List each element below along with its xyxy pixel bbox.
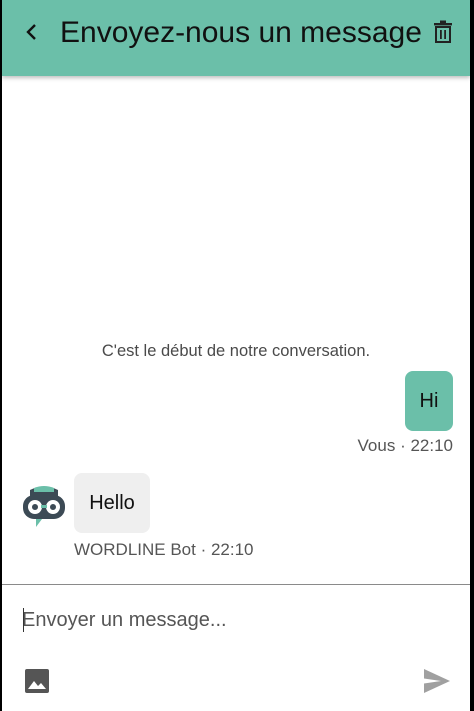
image-icon bbox=[25, 669, 49, 693]
user-message-bubble: Hi bbox=[405, 371, 453, 431]
text-caret bbox=[23, 608, 24, 632]
message-composer bbox=[2, 584, 470, 711]
user-message-meta: Vous · 22:10 bbox=[357, 436, 453, 455]
bot-message-meta: WORDLINE Bot · 22:10 bbox=[74, 540, 254, 559]
send-icon bbox=[424, 669, 450, 693]
conversation-area[interactable]: C'est le début de notre conversation. Hi… bbox=[2, 76, 470, 584]
message-input[interactable] bbox=[22, 605, 452, 635]
page-title: Envoyez-nous un message bbox=[60, 16, 422, 49]
attach-image-button[interactable] bbox=[24, 668, 50, 694]
bot-avatar-icon bbox=[20, 484, 68, 530]
conversation-start-note: C'est le début de notre conversation. bbox=[101, 342, 371, 360]
delete-conversation-button[interactable] bbox=[430, 18, 456, 46]
chevron-left-icon bbox=[26, 24, 36, 40]
bot-message-bubble: Hello bbox=[74, 473, 150, 533]
chat-widget: Envoyez-nous un message C'est le début d… bbox=[2, 0, 470, 711]
trash-icon bbox=[434, 20, 452, 43]
back-button[interactable] bbox=[18, 18, 46, 46]
chat-header: Envoyez-nous un message bbox=[2, 0, 470, 76]
send-button[interactable] bbox=[422, 667, 452, 695]
